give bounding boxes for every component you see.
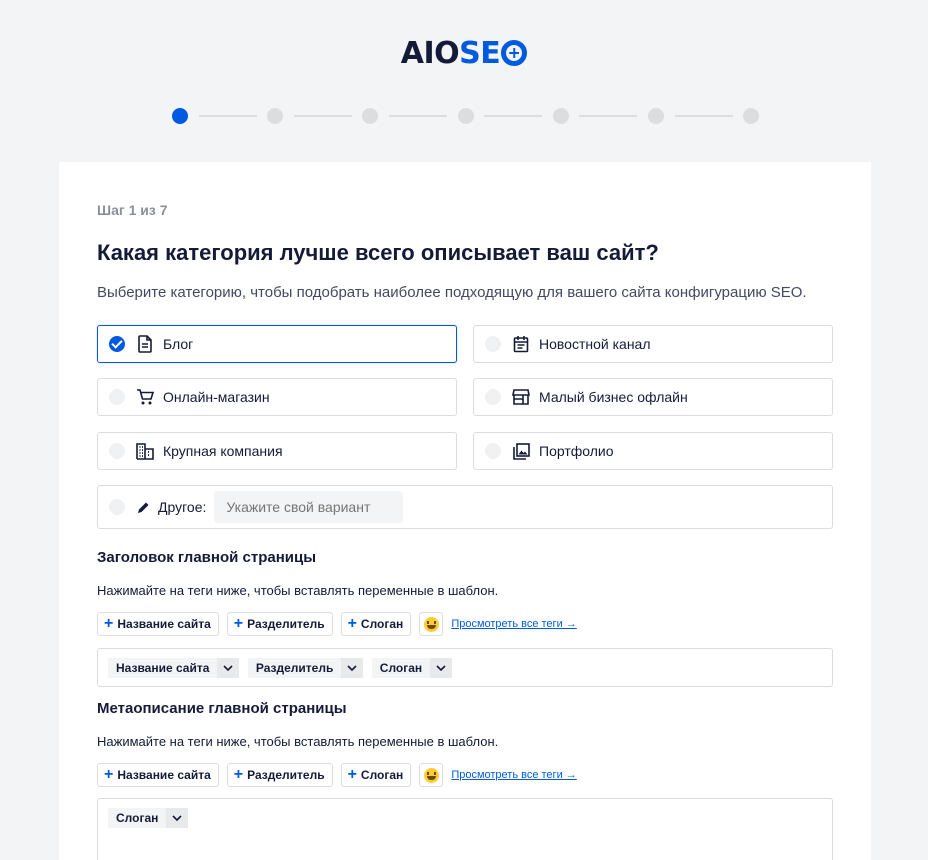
editor-tag-chip[interactable]: Название сайта bbox=[108, 658, 240, 678]
page-title: Какая категория лучше всего описывает ва… bbox=[97, 240, 659, 265]
step-dot-6 bbox=[647, 108, 664, 124]
emoji-picker-button[interactable] bbox=[419, 612, 444, 636]
add-tag-separator-button[interactable]: + Разделитель bbox=[226, 763, 333, 787]
calendar-icon bbox=[512, 335, 530, 353]
meta-tag-buttons: + Название сайта + Разделитель + Слоган Про… bbox=[97, 763, 577, 787]
tag-button-label: Разделитель bbox=[247, 617, 325, 631]
wizard-card: Шаг 1 из 7 Какая категория лучше всего о… bbox=[59, 162, 871, 860]
category-label: Онлайн-магазин bbox=[163, 389, 270, 405]
radio-icon[interactable] bbox=[109, 499, 125, 515]
step-connector bbox=[388, 115, 447, 117]
meta-description-heading: Метаописание главной страницы bbox=[97, 700, 347, 717]
category-option-shop[interactable]: Онлайн-магазин bbox=[97, 378, 457, 416]
other-input[interactable] bbox=[214, 491, 404, 523]
logo-gear-icon bbox=[501, 40, 528, 66]
step-connector bbox=[484, 115, 543, 117]
add-tag-site-title-button[interactable]: + Название сайта bbox=[97, 612, 219, 636]
step-dot-3 bbox=[362, 108, 379, 124]
tag-button-label: Название сайта bbox=[117, 617, 211, 631]
radio-checked-icon[interactable] bbox=[109, 336, 125, 352]
chevron-down-icon[interactable] bbox=[217, 658, 240, 678]
smiley-icon bbox=[423, 616, 439, 632]
chevron-down-icon[interactable] bbox=[166, 808, 189, 828]
cart-icon bbox=[136, 388, 154, 406]
radio-icon[interactable] bbox=[485, 443, 501, 459]
add-tag-separator-button[interactable]: + Разделитель bbox=[226, 612, 333, 636]
category-option-other[interactable]: Другое: bbox=[97, 485, 833, 529]
editor-tag-chip[interactable]: Слоган bbox=[108, 808, 189, 828]
radio-icon[interactable] bbox=[109, 389, 125, 405]
meta-description-hint: Нажимайте на теги ниже, чтобы вставлять … bbox=[97, 734, 499, 749]
step-dot-1 bbox=[172, 108, 188, 124]
tag-button-label: Слоган bbox=[360, 768, 404, 782]
add-tag-tagline-button[interactable]: + Слоган bbox=[340, 612, 412, 636]
meta-template-editor[interactable]: Слоган bbox=[97, 798, 833, 860]
other-label: Другое: bbox=[158, 499, 207, 515]
category-label: Новостной канал bbox=[539, 336, 651, 352]
smiley-icon bbox=[423, 767, 439, 783]
category-label: Крупная компания bbox=[163, 443, 283, 459]
category-option-news[interactable]: Новостной канал bbox=[473, 325, 833, 363]
chip-label: Слоган bbox=[379, 661, 423, 675]
store-icon bbox=[512, 388, 530, 406]
category-option-corporate[interactable]: Крупная компания bbox=[97, 432, 457, 470]
editor-tag-chip[interactable]: Слоган bbox=[371, 658, 453, 678]
category-label: Блог bbox=[163, 336, 194, 352]
tag-button-label: Слоган bbox=[360, 617, 404, 631]
step-connector bbox=[579, 115, 638, 117]
title-template-editor[interactable]: Название сайта Разделитель Слоган bbox=[97, 648, 833, 687]
building-icon bbox=[136, 442, 154, 460]
homepage-title-heading: Заголовок главной страницы bbox=[97, 549, 317, 566]
title-tag-buttons: + Название сайта + Разделитель + Слоган Про… bbox=[97, 612, 577, 636]
add-tag-tagline-button[interactable]: + Слоган bbox=[340, 763, 412, 787]
chip-label: Разделитель bbox=[255, 661, 334, 675]
tag-button-label: Название сайта bbox=[117, 768, 211, 782]
step-dot-2 bbox=[267, 108, 284, 124]
homepage-title-hint: Нажимайте на теги ниже, чтобы вставлять … bbox=[97, 583, 499, 598]
logo-text-seo: SE bbox=[459, 36, 501, 71]
tag-button-label: Разделитель bbox=[247, 768, 325, 782]
chip-label: Слоган bbox=[116, 811, 159, 825]
category-option-blog[interactable]: Блог bbox=[97, 325, 457, 363]
chevron-down-icon[interactable] bbox=[341, 658, 364, 678]
radio-icon[interactable] bbox=[485, 389, 501, 405]
plus-icon: + bbox=[347, 615, 357, 632]
step-connector bbox=[198, 115, 257, 117]
view-all-tags-link[interactable]: Просмотреть все теги → bbox=[451, 618, 576, 630]
emoji-picker-button[interactable] bbox=[419, 763, 444, 787]
step-dot-5 bbox=[552, 108, 569, 124]
plus-icon: + bbox=[347, 766, 357, 783]
step-dot-7 bbox=[743, 108, 760, 124]
view-all-tags-link[interactable]: Просмотреть все теги → bbox=[451, 769, 576, 781]
chip-label: Название сайта bbox=[116, 661, 210, 675]
plus-icon: + bbox=[233, 615, 244, 632]
plus-icon: + bbox=[104, 615, 114, 632]
category-label: Малый бизнес офлайн bbox=[539, 389, 688, 405]
step-dot-4 bbox=[457, 108, 474, 124]
editor-tag-chip[interactable]: Разделитель bbox=[247, 658, 364, 678]
category-option-portfolio[interactable]: Портфолио bbox=[473, 432, 833, 470]
radio-icon[interactable] bbox=[485, 336, 501, 352]
step-connector bbox=[293, 115, 352, 117]
category-label: Портфолио bbox=[539, 443, 614, 459]
category-option-local-business[interactable]: Малый бизнес офлайн bbox=[473, 378, 833, 416]
step-counter: Шаг 1 из 7 bbox=[97, 202, 168, 218]
pencil-icon bbox=[136, 498, 150, 516]
logo-text-aio: AIO bbox=[400, 36, 460, 71]
wizard-progress bbox=[172, 108, 760, 124]
chevron-down-icon[interactable] bbox=[430, 658, 453, 678]
aioseo-logo: AIOSE bbox=[0, 36, 928, 71]
step-connector bbox=[674, 115, 733, 117]
add-tag-site-title-button[interactable]: + Название сайта bbox=[97, 763, 219, 787]
gallery-icon bbox=[512, 442, 530, 460]
page-description: Выберите категорию, чтобы подобрать наиб… bbox=[97, 284, 807, 301]
radio-icon[interactable] bbox=[109, 443, 125, 459]
plus-icon: + bbox=[233, 766, 244, 783]
plus-icon: + bbox=[104, 766, 114, 783]
document-icon bbox=[136, 335, 154, 353]
